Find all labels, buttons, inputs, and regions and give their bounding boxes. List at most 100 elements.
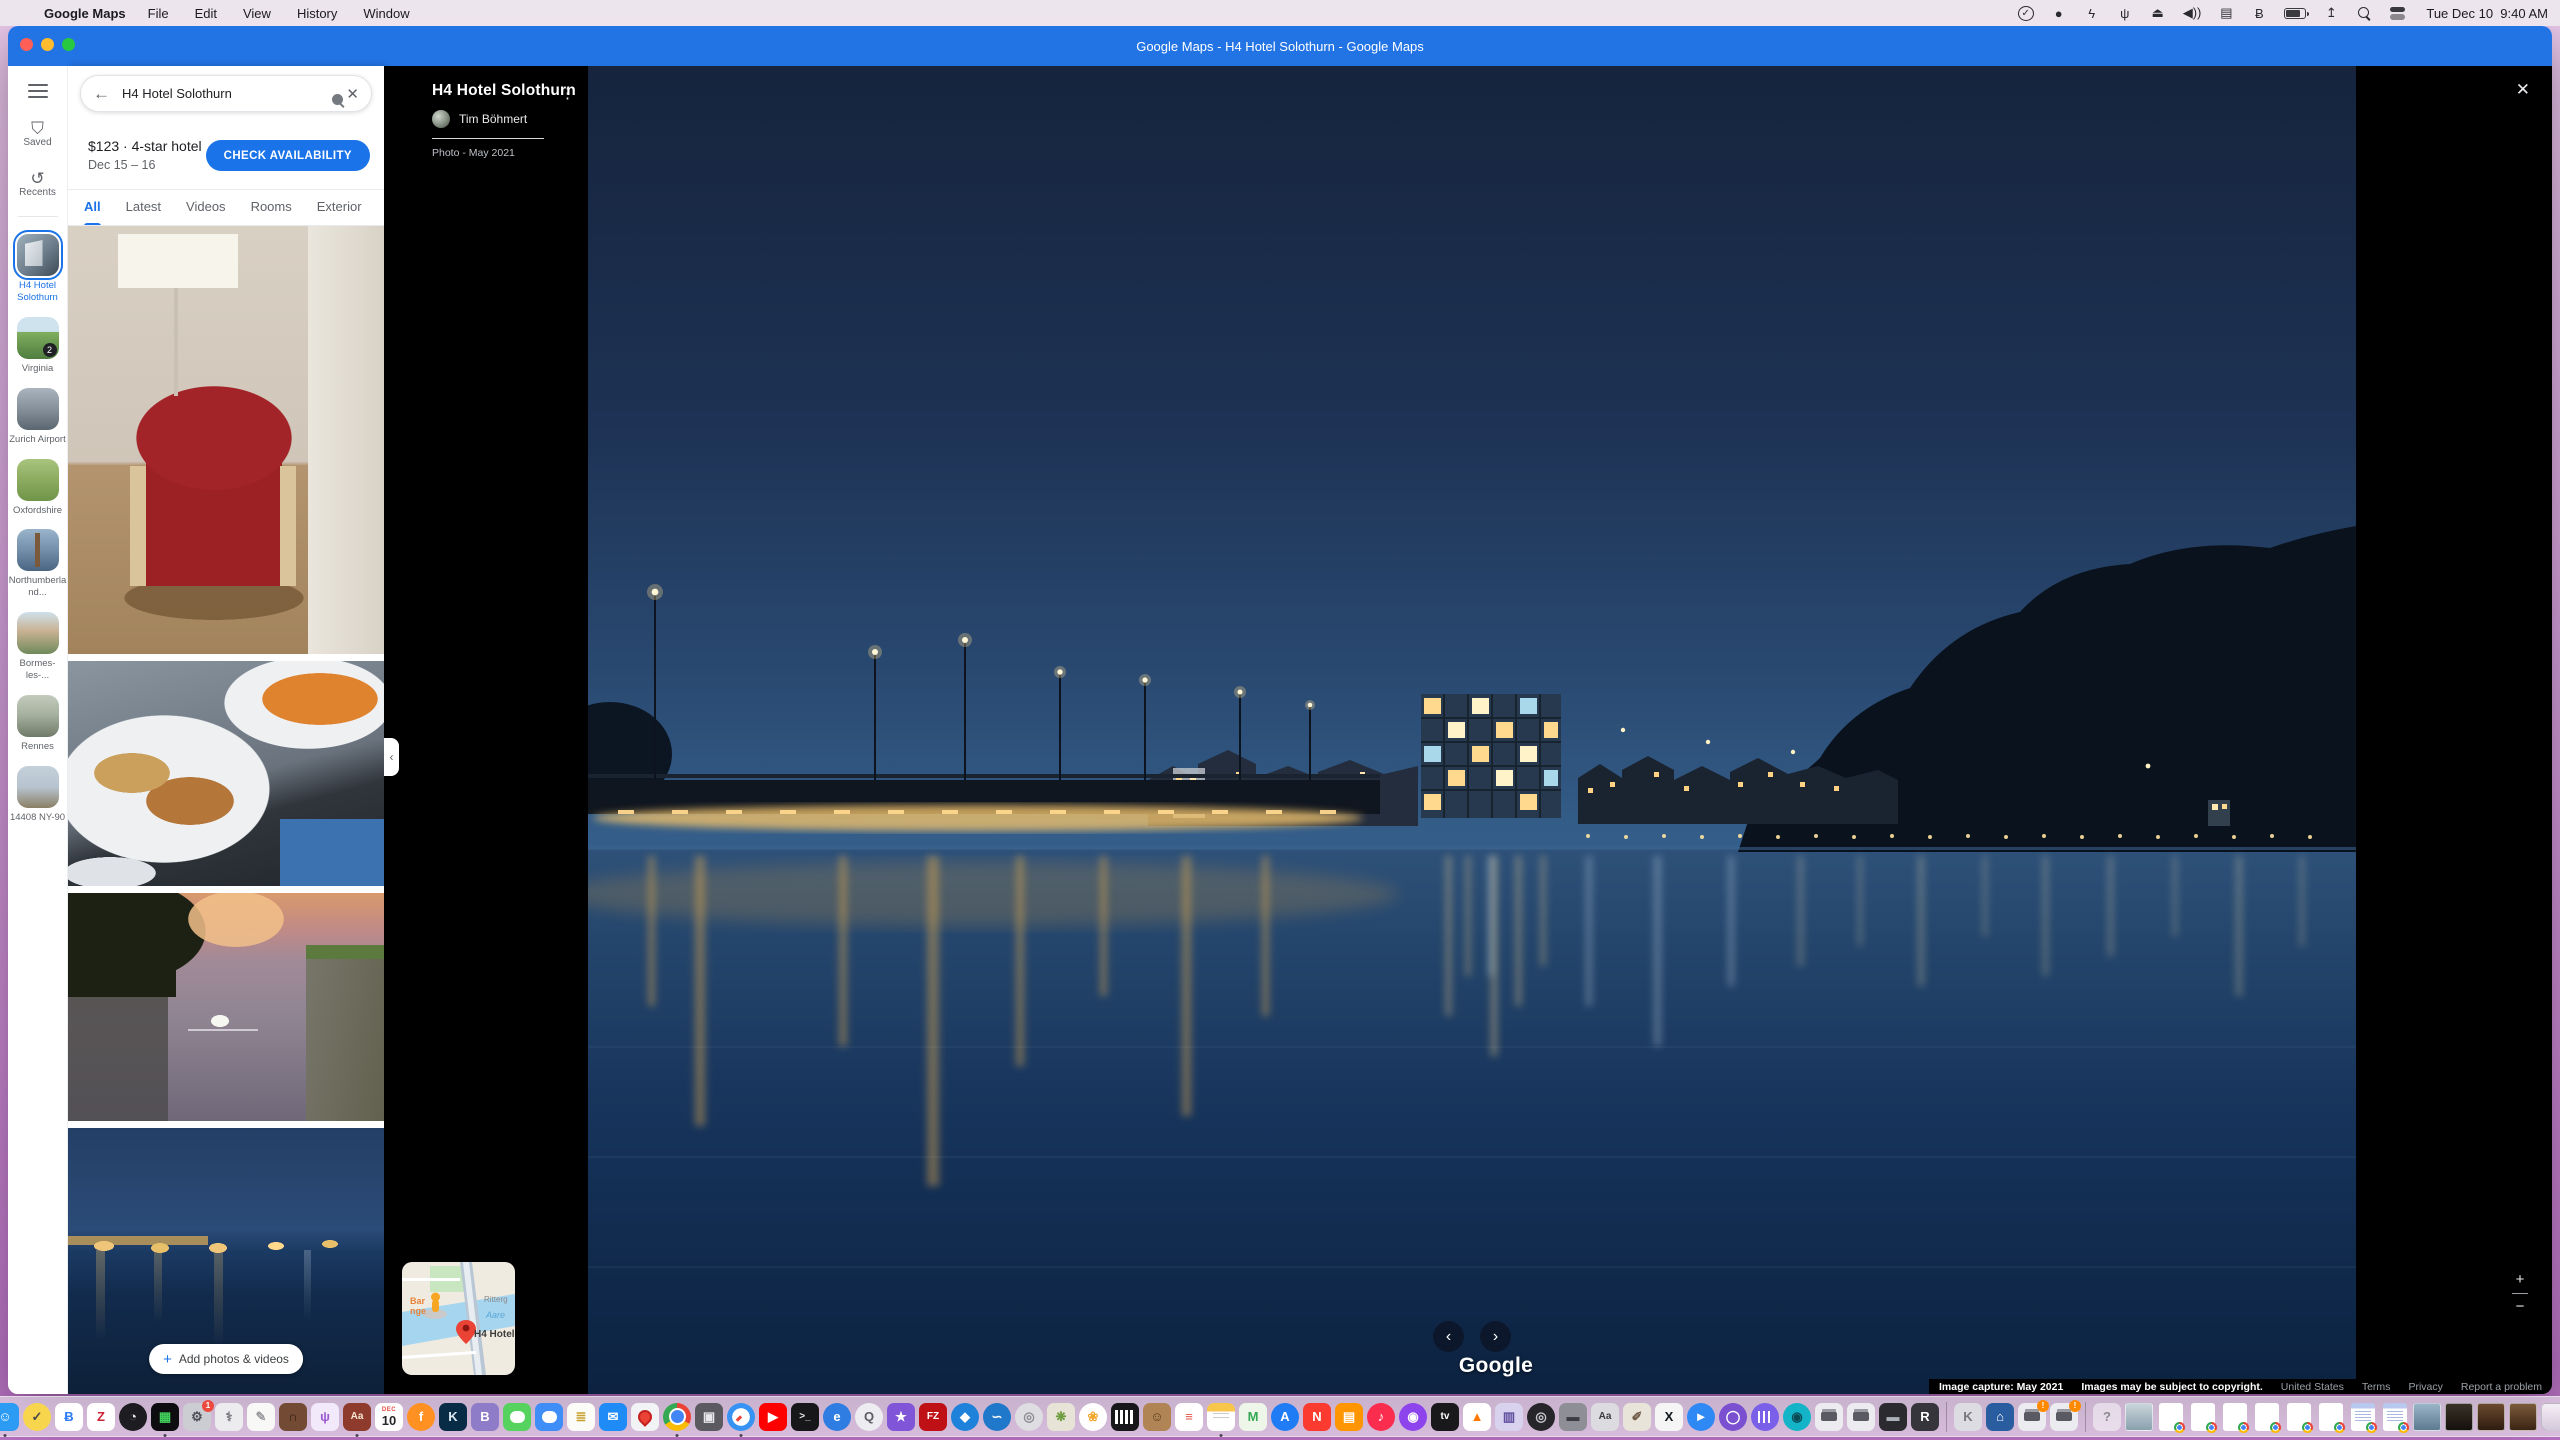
mini-map[interactable]: Bar nge Ritterg Aare H4 Hotel <box>402 1262 515 1375</box>
dock-icon-notes[interactable] <box>1207 1403 1235 1431</box>
dock-icon-print-center[interactable] <box>1847 1403 1875 1431</box>
terms-link[interactable]: Terms <box>2362 1381 2391 1393</box>
dock-icon-text-editor[interactable]: ✎ <box>247 1403 275 1431</box>
zoom-out-button[interactable]: − <box>2510 1298 2530 1316</box>
usb-icon[interactable]: ψ <box>2117 6 2133 21</box>
dock-icon-webcam-app[interactable]: ◉ <box>1783 1403 1811 1431</box>
saved-place-h4-hotel-solothurn[interactable]: H4 Hotel Solothurn <box>9 234 67 304</box>
dock-icon-speedtest[interactable]: ◔ <box>119 1403 147 1431</box>
dock-icon-passwords[interactable]: K <box>1954 1403 1982 1431</box>
app-menu-title[interactable]: Google Maps <box>44 6 126 21</box>
dock-icon-contacts[interactable]: ☺ <box>1143 1403 1171 1431</box>
photo-breakfast-plates[interactable] <box>68 661 384 886</box>
dock-icon-scanner[interactable]: ▬ <box>1879 1403 1907 1431</box>
dock-icon-dvd-player[interactable]: ◎ <box>1015 1403 1043 1431</box>
dock-icon-mystery-item[interactable]: ? <box>2093 1403 2121 1431</box>
hotspot-icon[interactable]: ↥ <box>2323 5 2339 21</box>
battery-icon[interactable] <box>2284 8 2306 19</box>
bluetooth-icon[interactable]: Ƀ <box>2251 6 2267 21</box>
kebab-menu-icon[interactable]: ⋮ <box>560 84 575 102</box>
volume-icon[interactable]: ◀)) <box>2183 5 2202 21</box>
dock-icon-books[interactable]: ▤ <box>1335 1403 1363 1431</box>
dock-icon-voice-app[interactable] <box>1751 1403 1779 1431</box>
dock-icon-activity-monitor[interactable]: ▦ <box>151 1403 179 1431</box>
menu-clock[interactable]: Tue Dec 10 9:40 AM <box>2426 6 2548 21</box>
dock-icon-video-call[interactable]: ► <box>1687 1403 1715 1431</box>
dock-icon-kindle[interactable]: K <box>439 1403 467 1431</box>
dock-icon-window-thumb-beach[interactable] <box>2413 1403 2441 1431</box>
dock-icon-photo-booth[interactable]: ▣ <box>695 1403 723 1431</box>
dock-icon-finder[interactable]: ☺ <box>0 1403 19 1431</box>
dock-icon-home-app[interactable]: ⌂ <box>1986 1403 2014 1431</box>
dock-icon-vlc[interactable]: ▲ <box>1463 1403 1491 1431</box>
sidebar-item-saved[interactable]: ⛉ Saved <box>23 120 51 148</box>
dock-icon-quicktime[interactable]: Q <box>855 1403 883 1431</box>
dock-icon-news[interactable]: N <box>1303 1403 1331 1431</box>
menu-view[interactable]: View <box>243 6 271 21</box>
dock-icon-obs[interactable]: ◯ <box>1719 1403 1747 1431</box>
hamburger-menu-icon[interactable] <box>28 84 48 98</box>
dock-icon-piano-app[interactable] <box>1111 1403 1139 1431</box>
dock-icon-apple-tv[interactable]: tv <box>1431 1403 1459 1431</box>
dock-icon-printer-3[interactable]: ! <box>2050 1403 2078 1431</box>
dock-icon-transit-map[interactable]: M <box>1239 1403 1267 1431</box>
dock-icon-calendar[interactable]: DEC10 <box>375 1403 403 1431</box>
dock-icon-bluetooth-app[interactable]: Ƀ <box>55 1403 83 1431</box>
keyboard-icon[interactable]: ▤ <box>2218 5 2234 21</box>
menu-file[interactable]: File <box>148 6 169 21</box>
saved-place-zurich-airport[interactable]: Zurich Airport <box>9 388 67 446</box>
dock-icon-photos[interactable]: ❀ <box>1079 1403 1107 1431</box>
report-problem-link[interactable]: Report a problem <box>2461 1381 2542 1393</box>
dock-icon-barber-app[interactable]: ∩ <box>279 1403 307 1431</box>
privacy-link[interactable]: Privacy <box>2408 1381 2442 1393</box>
dock-icon-messenger[interactable] <box>535 1403 563 1431</box>
dock-icon-chrome[interactable] <box>663 1403 691 1431</box>
dock-icon-dictionary[interactable]: Aa <box>343 1403 371 1431</box>
dock-icon-openoffice[interactable]: ∽ <box>983 1403 1011 1431</box>
eject-icon[interactable]: ⏏ <box>2150 5 2166 21</box>
dock-icon-chrome-doc-3[interactable] <box>2223 1403 2247 1431</box>
next-photo-button[interactable]: › <box>1480 1321 1511 1352</box>
dock-icon-usb-utility[interactable]: ψ <box>311 1403 339 1431</box>
tab-rooms[interactable]: Rooms <box>251 190 292 226</box>
shortcuts-icon[interactable]: ϟ <box>2084 6 2100 21</box>
dock-icon-media-frog[interactable]: ❋ <box>1047 1403 1075 1431</box>
spotlight-icon[interactable] <box>2356 7 2372 20</box>
photo-hotel-room-red-armchair[interactable] <box>68 226 384 654</box>
dock-icon-printer-2[interactable]: ! <box>2018 1403 2046 1431</box>
dock-icon-sheet-doc-2[interactable] <box>2383 1403 2407 1431</box>
dock-icon-chrome-doc-5[interactable] <box>2287 1403 2311 1431</box>
dock-icon-terminal[interactable]: >_ <box>791 1403 819 1431</box>
close-window-button[interactable] <box>20 38 33 51</box>
sidebar-item-recents[interactable]: ↺ Recents <box>19 170 56 198</box>
dock-icon-bbedit[interactable]: B <box>471 1403 499 1431</box>
dock-icon-messages[interactable] <box>503 1403 531 1431</box>
search-input[interactable] <box>122 86 332 101</box>
window-titlebar[interactable]: Google Maps - H4 Hotel Solothurn - Googl… <box>8 26 2552 66</box>
tab-videos[interactable]: Videos <box>186 190 226 226</box>
photo-author-row[interactable]: Tim Böhmert <box>432 110 652 128</box>
saved-place-14408-ny-90[interactable]: 14408 NY-90 <box>9 766 67 824</box>
check-availability-button[interactable]: CHECK AVAILABILITY <box>206 140 370 171</box>
dock-icon-screenshot-doc[interactable] <box>2125 1403 2153 1431</box>
dock-icon-podcasts[interactable]: ◉ <box>1399 1403 1427 1431</box>
app-logo-icon[interactable]: ● <box>2051 6 2067 21</box>
dock-icon-google-maps[interactable] <box>631 1403 659 1431</box>
dock-icon-trash[interactable] <box>2541 1403 2560 1431</box>
menu-edit[interactable]: Edit <box>195 6 217 21</box>
author-name[interactable]: Tim Böhmert <box>459 112 527 126</box>
dock-icon-safari[interactable] <box>727 1403 755 1431</box>
dock-icon-antivirus[interactable]: ✓ <box>23 1403 51 1431</box>
dock-icon-font-book[interactable]: Aa <box>1591 1403 1619 1431</box>
zoom-window-button[interactable] <box>62 38 75 51</box>
add-photos-button[interactable]: + Add photos & videos <box>149 1344 303 1374</box>
tab-exterior[interactable]: Exterior <box>317 190 362 226</box>
dock-icon-x-app[interactable]: X <box>1655 1403 1683 1431</box>
zoom-in-button[interactable]: + <box>2510 1271 2530 1289</box>
dock-icon-firefox[interactable]: f <box>407 1403 435 1431</box>
saved-place-rennes[interactable]: Rennes <box>9 695 67 753</box>
dock-icon-console[interactable]: ▬ <box>1559 1403 1587 1431</box>
tab-latest[interactable]: Latest <box>126 190 161 226</box>
dock-icon-transmit[interactable]: ◆ <box>951 1403 979 1431</box>
time-machine-icon[interactable]: ✓ <box>2018 6 2034 21</box>
